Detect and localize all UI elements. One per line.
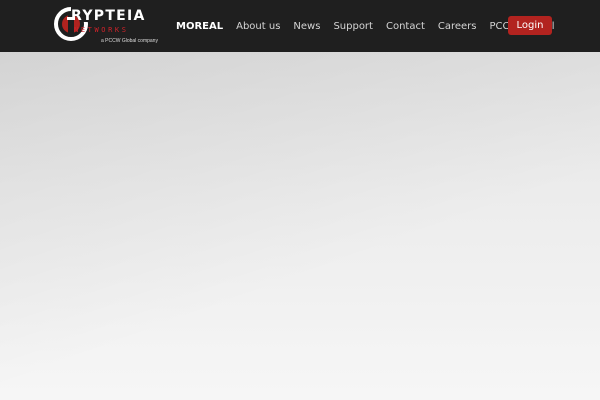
top-navbar: RYPTEIA NETWORKS a PCCW Global company M… bbox=[0, 0, 600, 52]
nav-item-moreal[interactable]: MOREAL bbox=[176, 21, 223, 32]
nav-item-careers[interactable]: Careers bbox=[438, 21, 477, 32]
nav-item-about-us[interactable]: About us bbox=[236, 21, 280, 32]
logo-wordmark: RYPTEIA bbox=[71, 8, 146, 24]
hero-banner bbox=[0, 52, 600, 400]
login-button[interactable]: Login bbox=[508, 16, 552, 35]
logo-tagline: a PCCW Global company bbox=[101, 38, 158, 44]
nav-item-contact[interactable]: Contact bbox=[386, 21, 425, 32]
nav-item-support[interactable]: Support bbox=[333, 21, 373, 32]
nav-item-news[interactable]: News bbox=[293, 21, 320, 32]
crypteia-logo[interactable]: RYPTEIA NETWORKS a PCCW Global company bbox=[54, 5, 158, 47]
logo-subname: NETWORKS bbox=[74, 26, 129, 34]
